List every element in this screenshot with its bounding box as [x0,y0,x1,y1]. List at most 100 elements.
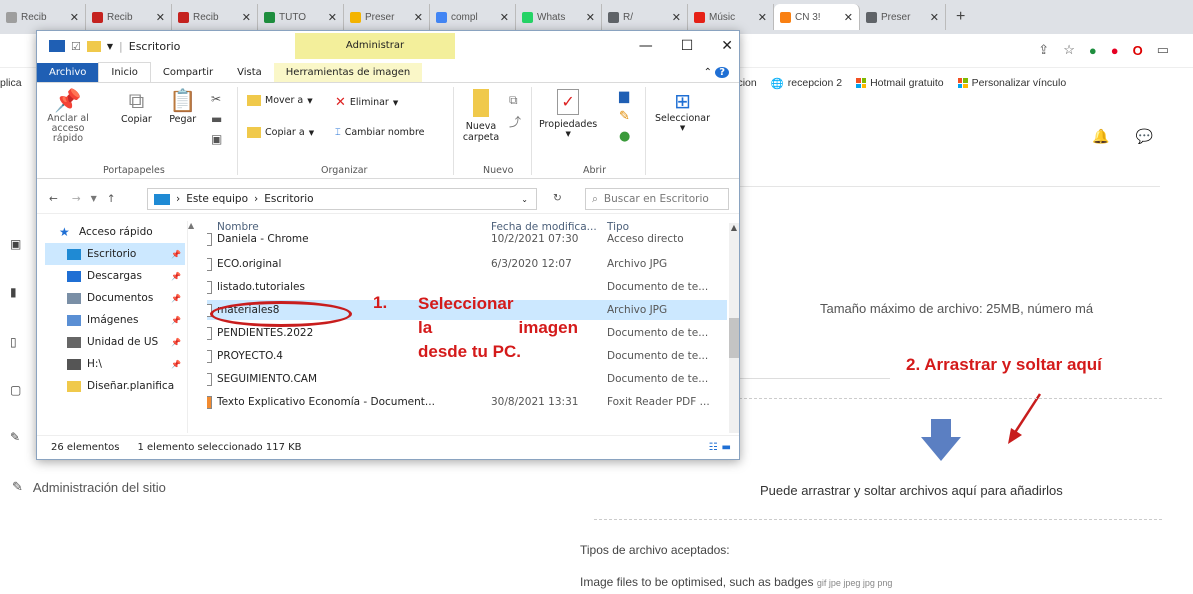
browser-tab[interactable]: Recib ✕ [0,4,86,30]
paste-button[interactable]: 📋 Pegar [169,89,196,125]
sidebar-item[interactable]: ★ Acceso rápido [45,221,185,243]
browser-tab[interactable]: Recib ✕ [86,4,172,30]
sidebar-item[interactable]: Documentos 📌 [45,287,185,309]
recent-dropdown-icon[interactable]: ▼ [91,194,97,203]
checkbox-icon[interactable]: ☑ [71,40,81,53]
sidebar-item[interactable]: Escritorio 📌 [45,243,185,265]
edit-icon[interactable]: ✎ [619,107,630,127]
forward-arrow-icon[interactable]: → [72,193,81,205]
address-path[interactable]: › Este equipo › Escritorio ⌄ [147,188,537,210]
easy-access-icon[interactable]: ⤴ [509,111,521,133]
ribbon-collapse-icon[interactable]: ⌃ ? [694,63,739,82]
opera-icon[interactable]: O [1133,43,1143,58]
minimize-icon[interactable]: — [639,31,653,61]
sidebar-item[interactable]: Unidad de US 📌 [45,331,185,353]
select-button[interactable]: ⊞ Seleccionar ▼ [655,89,710,132]
close-icon[interactable]: ✕ [721,31,733,61]
sidebar-icon[interactable]: ▣ [10,237,21,251]
close-tab-icon[interactable]: ✕ [414,11,423,24]
extension-icon[interactable]: ● [1089,43,1097,58]
browser-tab[interactable]: Recib ✕ [172,4,258,30]
sidebar-icon[interactable]: ▮ [10,285,17,299]
copy-button[interactable]: ⧉ Copiar [121,89,152,125]
bookmark-item[interactable]: Hotmail gratuito [856,77,944,89]
browser-tab[interactable]: TUTO ✕ [258,4,344,30]
pinterest-icon[interactable]: ● [1111,43,1119,58]
file-explorer-window[interactable]: ☑ ▼ | Escritorio Administrar — ☐ ✕ Archi… [36,30,740,460]
open-image-icon[interactable]: ▆ [619,87,630,107]
chat-icon[interactable]: 💬 [1136,128,1153,145]
search-input[interactable]: ⌕ Buscar en Escritorio [585,188,729,210]
history-icon[interactable]: ● [619,127,630,147]
file-row[interactable]: Texto Explicativo Economía - Document...… [207,392,727,412]
dropdown-icon[interactable]: ▼ [107,42,113,51]
open-actions[interactable]: ▆ ✎ ● [619,87,630,147]
sidebar-item[interactable]: Diseñar.planifica [45,375,185,397]
file-row[interactable]: ECO.original 6/3/2020 12:07 Archivo JPG [207,254,727,274]
close-tab-icon[interactable]: ✕ [586,11,595,24]
properties-button[interactable]: ✓ Propiedades ▼ [539,89,597,138]
tab-inicio[interactable]: Inicio [98,62,151,82]
contextual-tab-administrar[interactable]: Administrar [295,33,455,59]
file-list-scrollbar[interactable]: ▲ [729,223,739,433]
copy-to-button[interactable]: Copiar a ▼ [247,127,314,138]
sidebar-item[interactable]: Descargas 📌 [45,265,185,287]
browser-tab[interactable]: R/ ✕ [602,4,688,30]
close-tab-icon[interactable]: ✕ [242,11,251,24]
sidebar-icon[interactable]: ▢ [10,383,21,397]
explorer-title-bar[interactable]: ☑ ▼ | Escritorio Administrar — ☐ ✕ [37,31,739,61]
breadcrumb-item[interactable]: Escritorio [264,193,313,205]
delete-button[interactable]: ✕ Eliminar ▼ [335,95,398,110]
move-to-button[interactable]: Mover a ▼ [247,95,313,106]
pin-quick-access-button[interactable]: 📌 Anclar al acceso rápido [45,89,91,144]
file-row[interactable]: Daniela - Chrome 10/2/2021 07:30 Acceso di… [207,229,727,249]
paste-shortcut-icon[interactable]: ▣ [211,129,222,149]
new-folder-button[interactable]: Nueva carpeta [461,89,501,143]
close-tab-icon[interactable]: ✕ [328,11,337,24]
view-toggle[interactable]: ☷ ▬ [709,442,731,453]
back-arrow-icon[interactable]: ← [49,193,58,205]
bookmark-item[interactable]: Personalizar vínculo [957,77,1066,89]
close-tab-icon[interactable]: ✕ [156,11,165,24]
tab-compartir[interactable]: Compartir [151,63,225,82]
scroll-thumb[interactable] [729,318,739,358]
bookmark-fragment[interactable]: plica [0,77,22,89]
browser-tab[interactable]: Preser ✕ [860,4,946,30]
up-arrow-icon[interactable]: ↑ [107,193,116,205]
sidebar-item[interactable]: H:\ 📌 [45,353,185,375]
tab-herramientas-imagen[interactable]: Herramientas de imagen [273,63,423,82]
tab-archivo[interactable]: Archivo [37,63,99,82]
new-tab-button[interactable]: + [946,8,975,26]
folder-icon[interactable] [86,40,101,52]
menu-icon[interactable]: ▭ [1157,42,1169,58]
close-tab-icon[interactable]: ✕ [758,11,767,24]
rename-button[interactable]: ⌶ Cambiar nombre [335,127,425,138]
sidebar-icon[interactable]: ▯ [10,335,17,349]
file-row[interactable]: SEGUIMIENTO.CAM Documento de te... [207,369,727,389]
close-tab-icon[interactable]: ✕ [844,11,853,24]
new-item-icon[interactable]: ⧉ [509,89,521,111]
tab-vista[interactable]: Vista [225,63,274,82]
details-view-icon[interactable]: ☷ [709,442,718,453]
copy-path-icon[interactable]: ▬ [211,109,222,129]
refresh-icon[interactable]: ↻ [553,192,562,204]
browser-tab[interactable]: Preser ✕ [344,4,430,30]
breadcrumb-item[interactable]: Este equipo [186,193,248,205]
close-tab-icon[interactable]: ✕ [70,11,79,24]
new-item-icons[interactable]: ⧉ ⤴ [509,89,521,133]
browser-tab[interactable]: Músic ✕ [688,4,774,30]
sidebar-item[interactable]: Imágenes 📌 [45,309,185,331]
path-dropdown-icon[interactable]: ⌄ [521,195,528,204]
close-tab-icon[interactable]: ✕ [930,11,939,24]
tiles-view-icon[interactable]: ▬ [722,442,731,453]
close-tab-icon[interactable]: ✕ [672,11,681,24]
browser-tab[interactable]: CN 3! ✕ [774,4,860,30]
close-tab-icon[interactable]: ✕ [500,11,509,24]
browser-tab[interactable]: Whats ✕ [516,4,602,30]
small-clipboard-actions[interactable]: ✂ ▬ ▣ [211,89,222,149]
sidebar-icon[interactable]: ✎ [10,430,20,444]
bookmark-star-icon[interactable]: ☆ [1063,42,1075,58]
admin-site-link[interactable]: ✎ Administración del sitio [12,479,166,495]
nav-pane-scrollbar[interactable]: ▲ [187,221,197,433]
maximize-icon[interactable]: ☐ [681,31,694,61]
